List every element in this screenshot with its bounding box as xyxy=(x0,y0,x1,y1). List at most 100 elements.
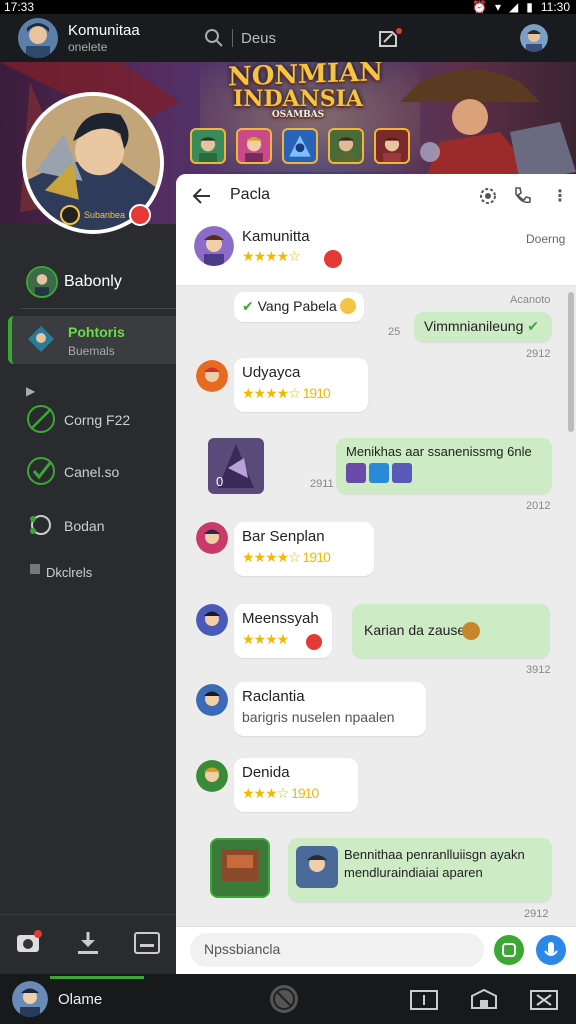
message-input[interactable]: Npssbiancla xyxy=(190,933,484,967)
sender-name: Denida xyxy=(242,764,290,781)
sidebar-item-label: Corng F22 xyxy=(64,412,131,428)
sticker-icon xyxy=(392,463,412,483)
sidebar-item-bodan[interactable]: Bodan xyxy=(0,508,176,544)
message-bubble[interactable]: ✔ Vang Pabela xyxy=(234,292,364,322)
alarm-icon: ⏰ xyxy=(472,0,487,14)
community-subtitle: onelete xyxy=(68,40,108,54)
close-window-icon[interactable] xyxy=(530,990,558,1010)
sender-avatar[interactable] xyxy=(196,760,228,792)
message-time: 2912 xyxy=(526,348,551,360)
user-avatar[interactable] xyxy=(12,981,48,1017)
sidebar-item-canel[interactable]: Canel.so xyxy=(0,454,176,490)
chat-panel: Pacla ⋮ Kamunitta ★★★★☆ Doerng ✔ Vang Pa… xyxy=(176,174,576,974)
sender-avatar[interactable] xyxy=(196,604,228,636)
message-text: Menikhas aar ssanenissmg 6nle xyxy=(346,444,532,459)
message-bubble[interactable]: Vimmnianileung ✔ xyxy=(414,312,552,342)
item-tile[interactable] xyxy=(210,838,270,898)
status-bar: 17:33 ⏰ ▾ ◢ ▮ 11:30 xyxy=(0,0,576,14)
sticker-icon xyxy=(369,463,389,483)
camera-icon[interactable] xyxy=(16,930,42,954)
sidebar-item-pohtoris[interactable]: Pohtoris Buemals xyxy=(8,316,176,364)
sender-avatar[interactable] xyxy=(196,522,228,554)
left-sidebar: Babonly Pohtoris Buemals ▶ Corng F22 Can… xyxy=(0,224,176,974)
more-options-icon[interactable]: ⋮ xyxy=(552,186,568,206)
message-time: 3912 xyxy=(526,664,551,676)
character-card[interactable] xyxy=(374,128,410,164)
user-name: Olame xyxy=(58,991,103,1008)
banner-title-line2: INDANSIA xyxy=(233,86,363,112)
message-text: ★★★★☆ 1910 xyxy=(242,385,331,401)
download-icon[interactable] xyxy=(76,930,100,956)
sidebar-item-corng[interactable]: Corng F22 xyxy=(0,402,176,438)
message-text: Karian da zausen xyxy=(364,622,473,638)
sticker-button[interactable] xyxy=(494,935,524,965)
search-bar[interactable]: Deus xyxy=(204,28,276,48)
block-icon xyxy=(273,988,295,1010)
banner-title-line3: OSAMBAS xyxy=(271,110,325,120)
sender-name: Raclantia xyxy=(242,688,305,705)
bottom-nav: Olame xyxy=(0,974,576,1024)
back-arrow-icon[interactable] xyxy=(192,186,212,206)
group-icon xyxy=(30,515,51,535)
sticker-icon xyxy=(346,463,366,483)
sidebar-item-label: Pohtoris xyxy=(68,324,125,340)
message-text: Vang Pabela xyxy=(257,298,337,314)
pohtoris-icon xyxy=(26,324,56,354)
message-text: Bennithaa penranlluiisgn ayakn mendlurai… xyxy=(344,847,525,880)
message-bubble[interactable]: Denida ★★★☆ 1910 xyxy=(234,758,358,812)
message-text: ★★★★☆ 1910 xyxy=(242,549,331,565)
character-card[interactable] xyxy=(236,128,272,164)
sidebar-item-label: Canel.so xyxy=(64,464,120,480)
frame-icon[interactable] xyxy=(410,990,438,1010)
status-time-left: 17:33 xyxy=(4,0,35,14)
sender-avatar[interactable] xyxy=(296,846,338,888)
message-bubble[interactable]: Bennithaa penranlluiisgn ayakn mendlurai… xyxy=(288,838,552,902)
check-shield-icon xyxy=(27,405,55,433)
character-card[interactable] xyxy=(190,128,226,164)
message-time: 25 xyxy=(388,326,401,338)
notification-icon[interactable] xyxy=(378,28,402,50)
message-bubble[interactable]: Karian da zausen xyxy=(352,604,550,658)
tile-count: 0 xyxy=(216,474,224,489)
sender-name: Udyayca xyxy=(242,364,301,381)
group-avatar[interactable] xyxy=(194,226,234,266)
message-bubble[interactable]: Udyayca ★★★★☆ 1910 xyxy=(234,358,368,412)
community-title: Komunitaa xyxy=(68,22,140,39)
sender-name: Bar Senplan xyxy=(242,528,325,545)
sender-avatar[interactable] xyxy=(196,360,228,392)
sidebar-user-name: Babonly xyxy=(64,273,122,290)
mic-button[interactable] xyxy=(536,935,566,965)
chat-header: Pacla ⋮ Kamunitta ★★★★☆ Doerng xyxy=(176,174,576,286)
message-list[interactable]: ✔ Vang Pabela Acanoto 25 Vimmnianileung … xyxy=(176,286,576,926)
message-bubble[interactable]: Menikhas aar ssanenissmg 6nle xyxy=(336,438,552,494)
message-text: ★★★☆ 1910 xyxy=(242,785,319,801)
settings-icon[interactable] xyxy=(478,186,498,206)
call-icon[interactable] xyxy=(512,186,532,206)
cookie-icon xyxy=(462,622,480,640)
microphone-icon xyxy=(544,942,558,956)
store-icon[interactable] xyxy=(470,988,498,1010)
message-time: 2911 xyxy=(310,478,334,490)
sender-avatar[interactable] xyxy=(196,684,228,716)
message-bubble[interactable]: Bar Senplan ★★★★☆ 1910 xyxy=(234,522,374,576)
community-avatar[interactable] xyxy=(18,18,58,58)
signal-icon: ◢ xyxy=(509,0,519,14)
chat-title: Pacla xyxy=(230,186,271,203)
expand-icon[interactable]: ▶ xyxy=(26,384,35,398)
message-bubble[interactable]: Meenssyah ★★★★ xyxy=(234,604,332,658)
search-icon xyxy=(205,29,223,47)
character-card[interactable] xyxy=(282,128,318,164)
message-bubble[interactable]: Raclantia barigris nuselen npaalen xyxy=(234,682,426,736)
group-rating: ★★★★☆ xyxy=(242,248,301,264)
item-tile[interactable]: 0 xyxy=(208,438,264,494)
sidebar-user-avatar xyxy=(26,266,58,298)
media-icon[interactable] xyxy=(134,932,160,954)
sidebar-user[interactable]: Babonly xyxy=(0,262,176,302)
sidebar-item-dkclrels[interactable]: Dkclrels xyxy=(0,560,176,584)
live-icon xyxy=(129,204,152,226)
mute-button[interactable] xyxy=(270,985,298,1013)
emoji-icon xyxy=(340,298,356,314)
scrollbar-thumb[interactable] xyxy=(568,292,574,432)
character-card[interactable] xyxy=(328,128,364,164)
profile-avatar[interactable] xyxy=(520,24,548,52)
